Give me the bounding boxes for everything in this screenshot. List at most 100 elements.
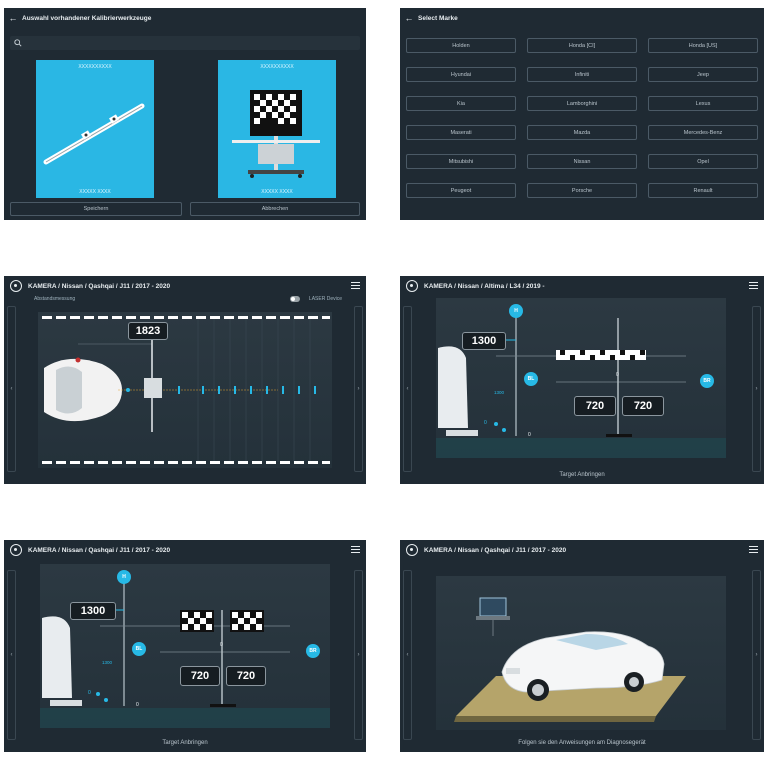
tool-code-bottom: XXXXX XXXX bbox=[261, 189, 293, 195]
page-title: Select Marke bbox=[418, 14, 458, 22]
nav-left-arrow[interactable]: ‹ bbox=[403, 570, 412, 740]
breadcrumb: KAMERA / Nissan / Qashqai / J11 / 2017 -… bbox=[28, 282, 171, 290]
diagnostic-instruction-panel: KAMERA / Nissan / Qashqai / J11 / 2017 -… bbox=[400, 540, 764, 752]
target-diagram bbox=[436, 316, 726, 458]
bottom-zero-label: 0 bbox=[528, 432, 531, 438]
left-distance-readout: 720 bbox=[180, 666, 220, 686]
app-logo-icon bbox=[10, 544, 22, 556]
br-marker: BR bbox=[306, 644, 320, 658]
search-icon bbox=[14, 39, 22, 47]
measurement-scene: 1823 bbox=[38, 312, 332, 468]
nav-right-arrow[interactable]: › bbox=[752, 570, 761, 740]
brand-button[interactable]: Hyundai bbox=[406, 67, 516, 82]
tool-card-target-stand[interactable]: XXXXXXXXXX XXXXX XXXX bbox=[218, 60, 336, 198]
cancel-button[interactable]: Abbrechen bbox=[190, 202, 360, 216]
tool-code-top: XXXXXXXXXX bbox=[260, 64, 294, 70]
target-mount-panel-qashqai: KAMERA / Nissan / Qashqai / J11 / 2017 -… bbox=[4, 540, 366, 752]
instruction-caption: Folgen sie den Anweisungen am Diagnosege… bbox=[518, 740, 646, 746]
distance-measure-panel: KAMERA / Nissan / Qashqai / J11 / 2017 -… bbox=[4, 276, 366, 484]
small-zero-label: 0 bbox=[484, 420, 487, 426]
nav-left-arrow[interactable]: ‹ bbox=[7, 306, 16, 472]
height-small-label: 1300 bbox=[494, 390, 505, 395]
nav-right-arrow[interactable]: › bbox=[354, 570, 363, 740]
menu-icon[interactable] bbox=[749, 546, 758, 553]
brand-button[interactable]: Nissan bbox=[527, 154, 637, 169]
app-logo-icon bbox=[406, 280, 418, 292]
brand-button[interactable]: Lamborghini bbox=[527, 96, 637, 111]
menu-icon[interactable] bbox=[749, 282, 758, 289]
bl-marker: BL bbox=[132, 642, 146, 656]
center-zero-label: 0 bbox=[220, 642, 223, 648]
breadcrumb: KAMERA / Nissan / Qashqai / J11 / 2017 -… bbox=[424, 546, 567, 554]
height-marker: H bbox=[117, 570, 131, 584]
arrow-left-icon[interactable]: ← bbox=[4, 13, 22, 23]
left-distance-readout: 720 bbox=[574, 396, 616, 416]
save-button[interactable]: Speichern bbox=[10, 202, 182, 216]
brand-selection-panel: ← Select Marke Holden Honda [CI] Honda [US… bbox=[400, 8, 764, 220]
page-title: Auswahl vorhandener Kalibrierwerkzeuge bbox=[22, 14, 152, 22]
target-diagram bbox=[40, 582, 330, 728]
brand-button[interactable]: Porsche bbox=[527, 183, 637, 198]
target-scene: H BL BR 1300 1300 0 0 0 720 720 bbox=[40, 564, 330, 728]
instruction-caption: Target Anbringen bbox=[559, 472, 605, 478]
height-readout: 1300 bbox=[70, 602, 116, 620]
measure-diagram bbox=[42, 316, 330, 464]
right-distance-readout: 720 bbox=[226, 666, 266, 686]
laser-toggle[interactable] bbox=[290, 296, 300, 302]
panel-header: KAMERA / Nissan / Qashqai / J11 / 2017 -… bbox=[4, 276, 366, 296]
distance-readout: 1823 bbox=[128, 322, 168, 340]
brand-button[interactable]: Maserati bbox=[406, 125, 516, 140]
tool-selection-panel: ← Auswahl vorhandener Kalibrierwerkzeuge… bbox=[4, 8, 366, 220]
bottom-zero-label: 0 bbox=[136, 702, 139, 708]
brand-grid: Holden Honda [CI] Honda [US] Hyundai Infinit… bbox=[406, 38, 758, 214]
breadcrumb: KAMERA / Nissan / Qashqai / J11 / 2017 -… bbox=[28, 546, 171, 554]
small-zero-label: 0 bbox=[88, 690, 91, 696]
laser-label: LASER Device bbox=[308, 296, 342, 302]
brand-button[interactable]: Peugeot bbox=[406, 183, 516, 198]
panel-header: ← Auswahl vorhandener Kalibrierwerkzeuge bbox=[4, 8, 366, 28]
section-label: Abstandsmessung bbox=[34, 296, 76, 302]
calibration-bar-icon bbox=[43, 103, 145, 165]
brand-button[interactable]: Honda [CI] bbox=[527, 38, 637, 53]
app-logo-icon bbox=[10, 280, 22, 292]
brand-button[interactable]: Renault bbox=[648, 183, 758, 198]
target-scene: H BL BR 1300 1300 0 0 0 720 720 bbox=[436, 298, 726, 458]
search-bar[interactable] bbox=[10, 36, 360, 50]
brand-button[interactable]: Lexus bbox=[648, 96, 758, 111]
height-readout: 1300 bbox=[462, 332, 506, 350]
breadcrumb: KAMERA / Nissan / Altima / L34 / 2019 - bbox=[424, 282, 545, 290]
car-scene bbox=[436, 576, 726, 730]
brand-button[interactable]: Jeep bbox=[648, 67, 758, 82]
brand-button[interactable]: Mazda bbox=[527, 125, 637, 140]
br-marker: BR bbox=[700, 374, 714, 388]
panel-header: ← Select Marke bbox=[400, 8, 764, 28]
nav-left-arrow[interactable]: ‹ bbox=[7, 570, 16, 740]
brand-button[interactable]: Mitsubishi bbox=[406, 154, 516, 169]
tool-code-bottom: XXXXX XXXX bbox=[79, 189, 111, 195]
height-small-label: 1300 bbox=[102, 660, 113, 665]
menu-icon[interactable] bbox=[351, 546, 360, 553]
brand-button[interactable]: Holden bbox=[406, 38, 516, 53]
center-zero-label: 0 bbox=[616, 372, 619, 378]
brand-button[interactable]: Mercedes-Benz bbox=[648, 125, 758, 140]
car-on-platform-icon bbox=[454, 597, 686, 722]
brand-button[interactable]: Opel bbox=[648, 154, 758, 169]
brand-button[interactable]: Kia bbox=[406, 96, 516, 111]
target-mount-panel-altima: KAMERA / Nissan / Altima / L34 / 2019 - … bbox=[400, 276, 764, 484]
tool-code-top: XXXXXXXXXX bbox=[78, 64, 112, 70]
menu-icon[interactable] bbox=[351, 282, 360, 289]
nav-left-arrow[interactable]: ‹ bbox=[403, 306, 412, 472]
brand-button[interactable]: Honda [US] bbox=[648, 38, 758, 53]
panel-header: KAMERA / Nissan / Qashqai / J11 / 2017 -… bbox=[400, 540, 764, 560]
arrow-left-icon[interactable]: ← bbox=[400, 13, 418, 23]
nav-right-arrow[interactable]: › bbox=[354, 306, 363, 472]
tool-card-bar[interactable]: XXXXXXXXXX XXXXX XXXX bbox=[36, 60, 154, 198]
height-marker: H bbox=[509, 304, 523, 318]
right-distance-readout: 720 bbox=[622, 396, 664, 416]
nav-right-arrow[interactable]: › bbox=[752, 306, 761, 472]
panel-header: KAMERA / Nissan / Qashqai / J11 / 2017 -… bbox=[4, 540, 366, 560]
bl-marker: BL bbox=[524, 372, 538, 386]
app-logo-icon bbox=[406, 544, 418, 556]
instruction-caption: Target Anbringen bbox=[162, 740, 208, 746]
brand-button[interactable]: Infiniti bbox=[527, 67, 637, 82]
